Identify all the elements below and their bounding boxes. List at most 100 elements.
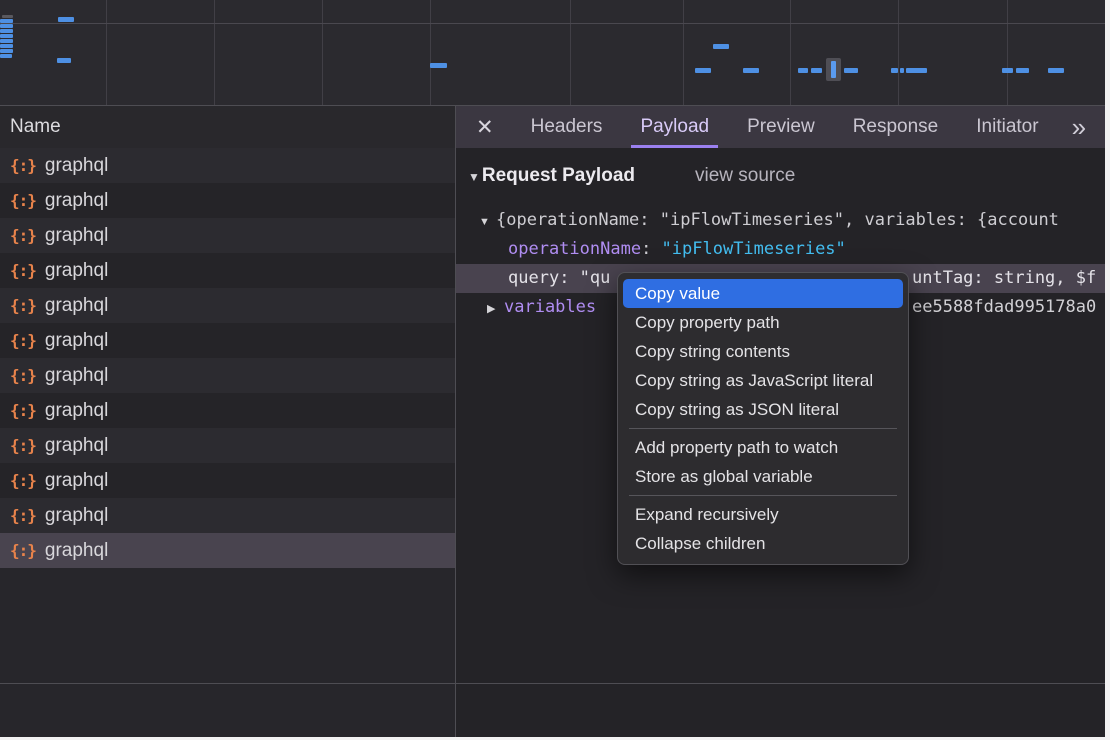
request-row[interactable]: {:} graphql — [0, 323, 455, 358]
request-timing-bar — [58, 17, 74, 22]
menu-item-expand-recursively[interactable]: Expand recursively — [623, 500, 903, 529]
separator: : — [641, 239, 661, 259]
request-timing-bar — [695, 68, 711, 73]
tab-initiator[interactable]: Initiator — [967, 106, 1047, 148]
request-name: graphql — [45, 505, 108, 527]
name-column-header[interactable]: Name — [0, 105, 456, 148]
property-value-string: "ipFlowTimeseries" — [662, 239, 846, 259]
request-timing-bar — [798, 68, 808, 73]
request-timing-bar — [0, 49, 13, 53]
tab-response[interactable]: Response — [844, 106, 948, 148]
payload-root-row[interactable]: ▼{operationName: "ipFlowTimeseries", var… — [456, 206, 1105, 235]
menu-item-store-as-global-variable[interactable]: Store as global variable — [623, 462, 903, 491]
network-overview[interactable] — [0, 0, 1105, 105]
request-timing-bar — [0, 29, 13, 33]
request-timing-bar — [1016, 68, 1029, 73]
property-value-string: "qu — [580, 268, 611, 288]
request-name: graphql — [45, 435, 108, 457]
request-timing-bar — [743, 68, 759, 73]
collapse-triangle-icon[interactable]: ▼ — [479, 208, 496, 235]
timeline-gridline — [214, 0, 215, 105]
json-braces-icon: {:} — [10, 366, 36, 385]
menu-item-copy-string-contents[interactable]: Copy string contents — [623, 337, 903, 366]
request-name: graphql — [45, 260, 108, 282]
request-timing-bar — [900, 68, 904, 73]
menu-item-copy-string-json-literal[interactable]: Copy string as JSON literal — [623, 395, 903, 424]
json-braces-icon: {:} — [10, 226, 36, 245]
request-name: graphql — [45, 540, 108, 562]
request-row[interactable]: {:}graphql — [0, 218, 455, 253]
request-row[interactable]: {:}graphql — [0, 463, 455, 498]
request-timing-bar — [0, 34, 13, 38]
request-name: graphql — [45, 400, 108, 422]
request-row-selected[interactable]: {:} graphql — [0, 533, 455, 568]
more-tabs-icon[interactable]: » — [1072, 114, 1086, 140]
collapse-triangle-icon[interactable]: ▼ — [468, 170, 480, 184]
menu-item-copy-string-js-literal[interactable]: Copy string as JavaScript literal — [623, 366, 903, 395]
request-row[interactable]: {:}graphql — [0, 288, 455, 323]
timeline-gridline — [790, 0, 791, 105]
request-list: {:} graphql {:} graphql {:} graphql {:} grap… — [0, 148, 455, 568]
menu-item-copy-property-path[interactable]: Copy property path — [623, 308, 903, 337]
request-name: graphql — [45, 365, 108, 387]
request-row[interactable]: {:} graphql — [0, 428, 455, 463]
json-braces-icon: {:} — [10, 156, 36, 175]
request-timing-bar — [906, 68, 927, 73]
json-braces-icon: {:} — [10, 506, 36, 525]
request-row[interactable]: {:} graphql — [0, 183, 455, 218]
expand-triangle-icon[interactable]: ▶ — [487, 295, 504, 322]
json-braces-icon: {:} — [10, 331, 36, 350]
json-braces-icon: {:} — [10, 261, 36, 280]
request-timing-bar — [1048, 68, 1064, 73]
detail-tab-bar: ✕ Headers Payload Preview Response Initi… — [456, 105, 1105, 148]
request-timing-bar — [891, 68, 898, 73]
payload-section-header: ▼ Request Payload view source — [468, 165, 795, 187]
request-timing-bar — [844, 68, 858, 73]
request-name: graphql — [45, 330, 108, 352]
json-braces-icon: {:} — [10, 191, 36, 210]
devtools-window: Name ✕ Headers Payload Preview Response … — [0, 0, 1105, 737]
request-timing-bar — [2, 15, 13, 18]
tab-preview[interactable]: Preview — [738, 106, 824, 148]
request-timing-bar — [0, 39, 13, 43]
menu-item-copy-value[interactable]: Copy value — [623, 279, 903, 308]
timeline-gridline — [898, 0, 899, 105]
request-timing-bar — [0, 24, 13, 28]
request-timing-bar — [57, 58, 71, 63]
request-row[interactable]: {:} graphql — [0, 498, 455, 533]
json-braces-icon: {:} — [10, 541, 36, 560]
tab-payload[interactable]: Payload — [631, 106, 718, 148]
timeline-gridline — [430, 0, 431, 105]
timeline-gridline — [106, 0, 107, 105]
property-key: variables — [504, 297, 596, 317]
request-row[interactable]: {:}graphql — [0, 393, 455, 428]
footer-divider — [0, 683, 1105, 684]
timeline-gridline — [570, 0, 571, 105]
property-key: query — [508, 268, 559, 288]
request-row[interactable]: {:} graphql — [0, 148, 455, 183]
request-name: graphql — [45, 155, 108, 177]
view-source-link[interactable]: view source — [695, 165, 795, 187]
close-icon[interactable]: ✕ — [476, 115, 494, 140]
json-braces-icon: {:} — [10, 471, 36, 490]
panel-divider[interactable] — [455, 105, 456, 737]
menu-item-collapse-children[interactable]: Collapse children — [623, 529, 903, 558]
menu-divider — [629, 495, 897, 496]
request-row[interactable]: {:} graphql — [0, 253, 455, 288]
request-name: graphql — [45, 190, 108, 212]
menu-item-add-property-path-to-watch[interactable]: Add property path to watch — [623, 433, 903, 462]
payload-section-title: Request Payload — [482, 165, 635, 187]
request-timing-bar — [811, 68, 822, 73]
request-row[interactable]: {:} graphql — [0, 358, 455, 393]
request-timing-bar — [713, 44, 729, 49]
query-value-right-fragment: untTag: string, $f — [912, 264, 1096, 293]
payload-operation-row[interactable]: operationName: "ipFlowTimeseries" — [456, 235, 1105, 264]
context-menu: Copy value Copy property path Copy strin… — [617, 272, 909, 565]
separator: : — [559, 268, 579, 288]
request-timing-bar — [0, 19, 13, 23]
json-braces-icon: {:} — [10, 436, 36, 455]
menu-divider — [629, 428, 897, 429]
tab-headers[interactable]: Headers — [522, 106, 612, 148]
json-braces-icon: {:} — [10, 296, 36, 315]
tab-list: Headers Payload Preview Response Initiat… — [512, 106, 1058, 148]
